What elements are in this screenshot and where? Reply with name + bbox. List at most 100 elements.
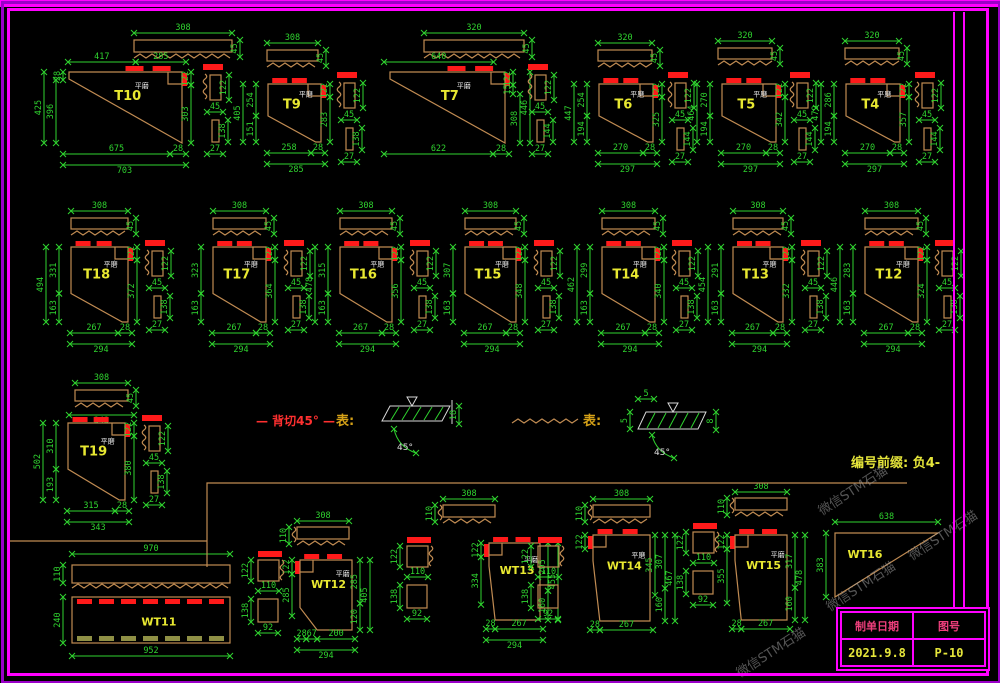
dim-label: 703 <box>117 166 132 176</box>
dim-label: 45 <box>535 102 545 112</box>
dim-label: 27 <box>291 320 301 330</box>
dim-label: 307 <box>655 554 665 569</box>
dim-label: 122 <box>241 563 251 578</box>
dim-label: 308 <box>315 511 330 521</box>
dim-label: 45 <box>291 278 301 288</box>
dim-label: 28 <box>53 71 63 81</box>
dim-label: 325 <box>652 112 662 127</box>
dim-label: 92 <box>412 609 422 619</box>
dim-label: 345 <box>645 557 655 572</box>
dim-label: 343 <box>90 523 105 533</box>
dim-label: 45 <box>942 278 952 288</box>
dim-label: 334 <box>471 573 481 588</box>
dim-label: 28 <box>258 323 268 333</box>
dim-label: 308 <box>461 489 476 499</box>
piece-t15: 3084530716312234826728294T15平磨1224513827 <box>443 201 563 355</box>
dim-label: 315 <box>318 263 328 278</box>
dim-label: 110 <box>425 506 435 521</box>
dim-label: 138 <box>299 299 309 314</box>
piece-t5: 3204546427019412234227028297T5平磨12245144… <box>687 31 819 175</box>
dim-label: 291 <box>711 263 721 278</box>
dim-label: 638 <box>879 512 894 522</box>
dim-label: 285 <box>153 52 168 62</box>
finish-label: 平磨 <box>763 260 777 269</box>
piece-label: WT11 <box>141 616 176 629</box>
dim-label: 122 <box>390 549 400 564</box>
finish-label: 平磨 <box>495 260 509 269</box>
finish-label: 平磨 <box>771 550 785 559</box>
dim-label: 308 <box>884 201 899 211</box>
dim-label: 320 <box>466 23 481 33</box>
dim-label: 396 <box>46 104 56 119</box>
finish-label: 平磨 <box>877 89 891 98</box>
legend-backcut-label: — 背切45° — <box>256 412 335 429</box>
dim-label: 294 <box>484 345 499 355</box>
dim-label: 970 <box>143 544 158 554</box>
dim-label: 28 <box>313 143 323 153</box>
dim-label: 194 <box>577 121 587 136</box>
dim-label: 110 <box>575 506 585 521</box>
dim-label: 267 <box>619 620 634 630</box>
piece-wt11: 970110240952WT11 <box>53 544 233 659</box>
dim-label: 446 <box>520 100 530 115</box>
piece-wt12: 3081101222852854051202867200294WT12平磨122… <box>241 511 373 661</box>
dim-label: 163 <box>843 300 853 315</box>
dim-label: 122 <box>688 256 698 271</box>
dim-label: 122 <box>300 256 310 271</box>
dim-label: 308 <box>621 201 636 211</box>
dim-label: 27 <box>152 320 162 330</box>
dim-label: 28 <box>647 323 657 333</box>
piece-label: T12 <box>875 268 902 283</box>
piece-label: T9 <box>283 97 301 112</box>
dim-label: 92 <box>263 623 273 633</box>
dim-label: 286 <box>824 92 834 107</box>
piece-t10: 308454172852842539612230367528703T10平磨12… <box>34 23 243 176</box>
piece-t6: 3204544725419412232527028297T6平磨12245144… <box>564 33 697 175</box>
piece-label: WT12 <box>311 578 346 591</box>
dim-label: 45 <box>916 221 926 231</box>
dim-label: 110 <box>261 581 276 591</box>
legend2-means-label: 表: <box>583 410 601 429</box>
dim-label: 28 <box>775 323 785 333</box>
top-border-band <box>0 0 1000 7</box>
dim-label: 45 <box>126 393 136 403</box>
piece-label: WT14 <box>607 559 642 572</box>
piece-t18: 3084549433116312237226728294T18平磨1224513… <box>36 201 174 355</box>
piece-t12: 3084544628316312232426728294T12平磨1224513… <box>830 201 964 355</box>
dim-label: 28 <box>910 323 920 333</box>
piece-label: T7 <box>441 89 459 104</box>
legend1-means-label: 表: <box>336 410 354 429</box>
dim-label: 952 <box>143 646 158 656</box>
dim-label: 138 <box>241 603 251 618</box>
dim-label: 28 <box>892 143 902 153</box>
dim-label: 27 <box>808 320 818 330</box>
dim-label: 478 <box>305 277 315 292</box>
dim-label: 194 <box>700 121 710 136</box>
right-inner-border-line <box>953 12 955 607</box>
dim-label: 144 <box>930 131 940 146</box>
dim-label: 340 <box>654 283 664 298</box>
dim-label: 27 <box>210 144 220 154</box>
dim-label: 294 <box>233 345 248 355</box>
dim-label: 45° <box>397 443 413 453</box>
date-label: 制单日期 <box>841 612 913 639</box>
piece-label: T16 <box>350 268 377 283</box>
piece-t14: 3084546229916312234026728294T14平磨1224513… <box>567 201 701 355</box>
dim-label: 163 <box>711 300 721 315</box>
dim-label: 323 <box>191 263 201 278</box>
dim-label: 267 <box>353 323 368 333</box>
dim-label: 297 <box>867 165 882 175</box>
dim-label: 120 <box>350 609 360 624</box>
dim-label: 122 <box>931 88 941 103</box>
piece-label: T13 <box>742 268 769 283</box>
dim-label: 27 <box>344 152 354 162</box>
dim-label: 122 <box>676 535 686 550</box>
dim-label: 294 <box>885 345 900 355</box>
dim-label: 194 <box>824 121 834 136</box>
finish-label: 平磨 <box>101 436 115 445</box>
legend-backcut-symbol: 1845° <box>382 397 462 456</box>
dim-label: 502 <box>33 454 43 469</box>
dim-label: 110 <box>410 567 425 577</box>
dim-label: 160 <box>785 596 795 611</box>
dim-label: 307 <box>443 263 453 278</box>
